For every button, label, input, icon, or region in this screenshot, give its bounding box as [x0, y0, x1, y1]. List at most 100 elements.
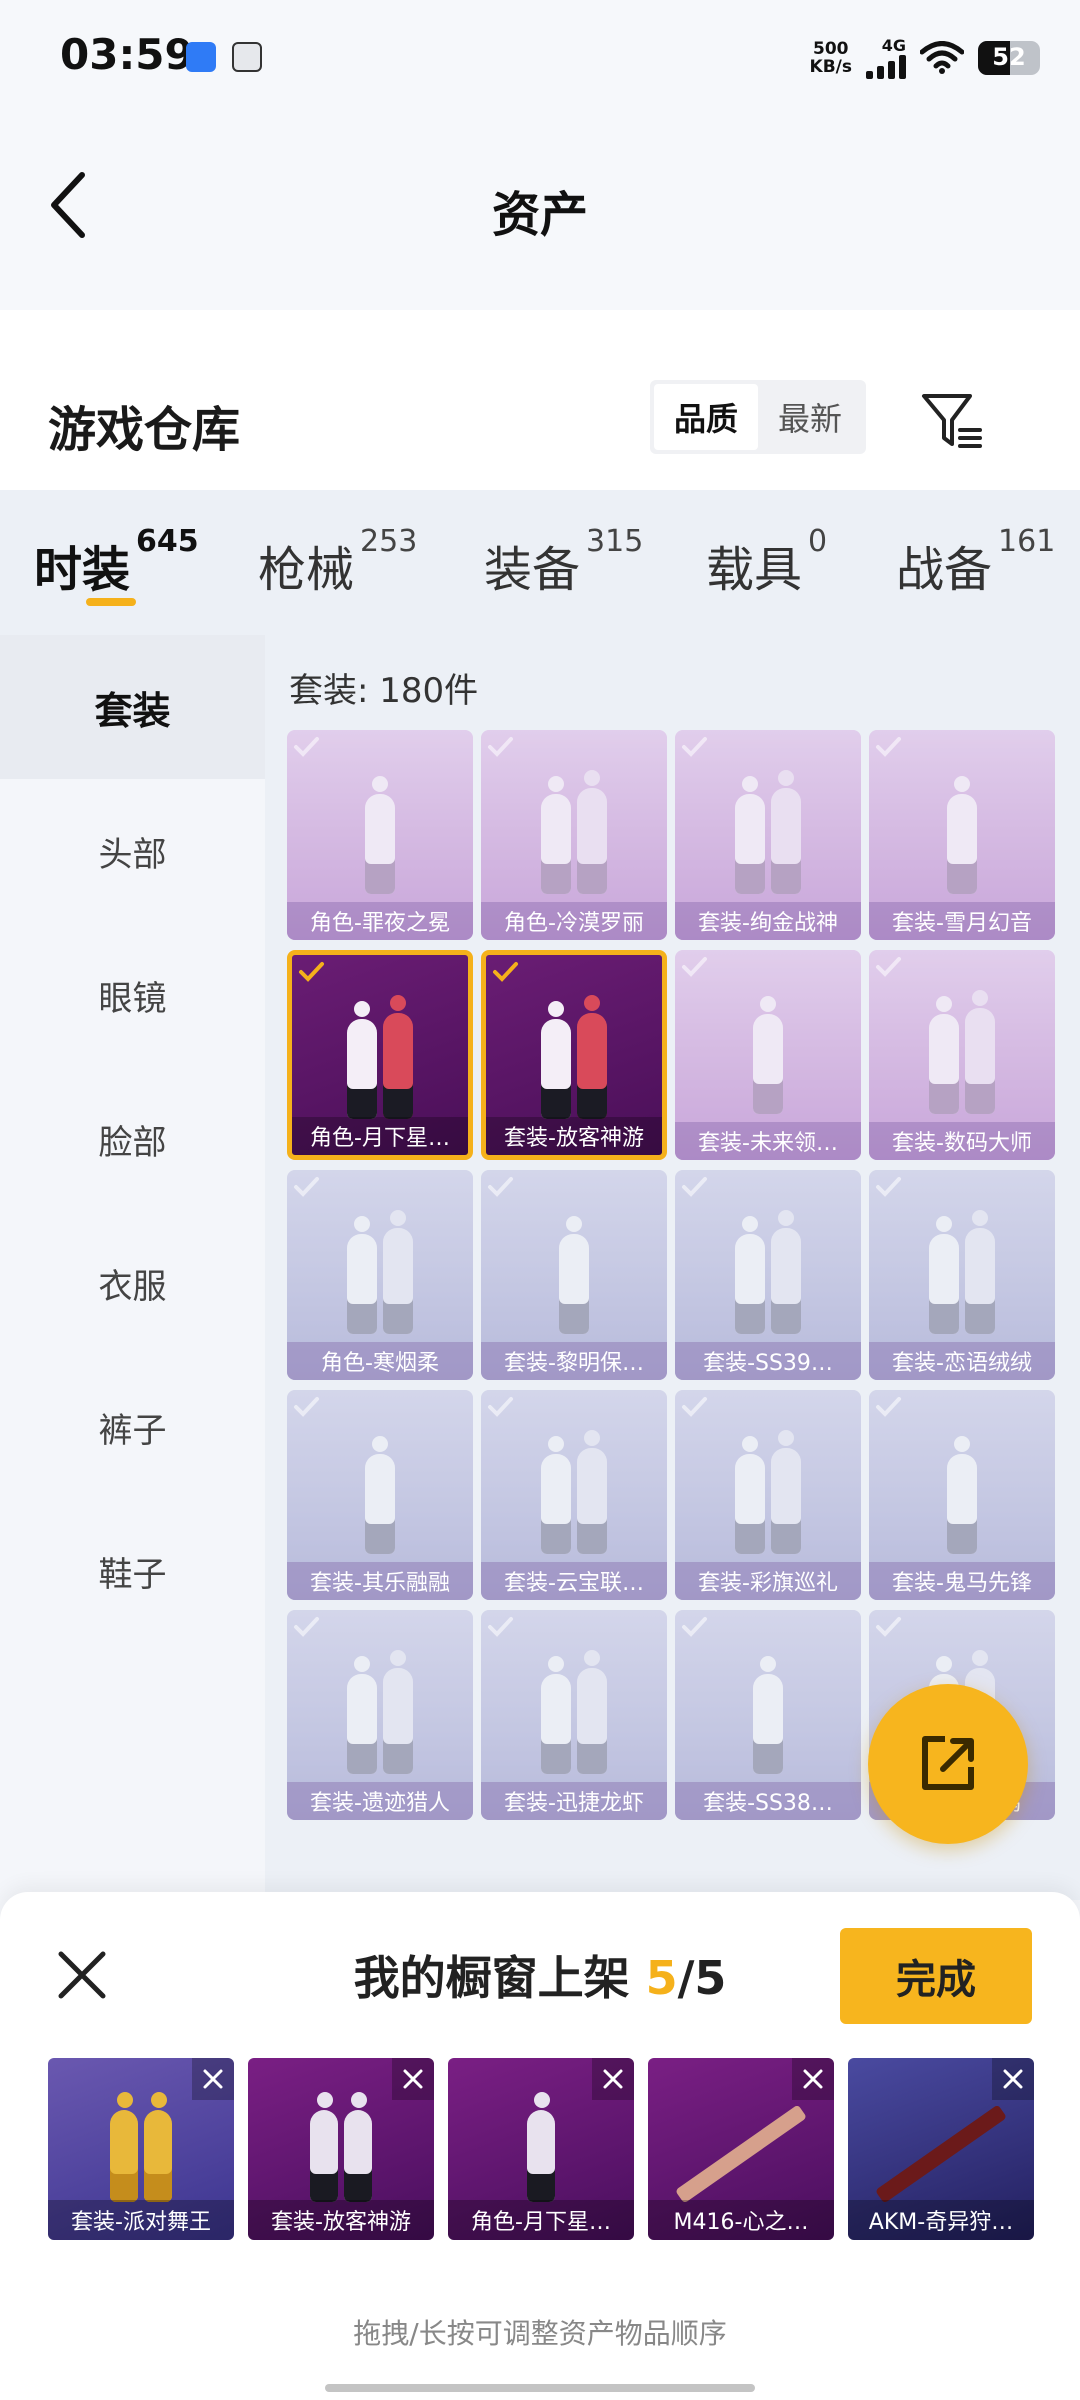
showcase-item[interactable]: M416-心之…: [648, 2058, 834, 2240]
tab-label: 枪械: [258, 542, 355, 598]
sidebar-item-glasses[interactable]: 眼镜: [0, 923, 265, 1067]
showcase-item-name: 角色-月下星…: [448, 2200, 634, 2240]
item-name: 套装-数码大师: [869, 1122, 1055, 1160]
item-name: 套装-迅捷龙虾: [481, 1782, 667, 1820]
category-tabs: 时装645 枪械253 装备315 载具0 战备161: [0, 490, 1080, 635]
remove-item-button[interactable]: [592, 2058, 634, 2100]
showcase-item-name: 套装-放客神游: [248, 2200, 434, 2240]
checkmark-icon: [682, 957, 707, 977]
item-card[interactable]: 套装-其乐融融: [287, 1390, 473, 1600]
active-tab-indicator: [86, 598, 136, 606]
item-card[interactable]: 套装-彩旗巡礼: [675, 1390, 861, 1600]
done-button[interactable]: 完成: [840, 1928, 1032, 2024]
status-bar: 03:59 500 KB/s 4G 52: [0, 0, 1080, 115]
item-name: 套装-绚金战神: [675, 902, 861, 940]
item-card[interactable]: 角色-寒烟柔: [287, 1170, 473, 1380]
item-card[interactable]: 套装-黎明保…: [481, 1170, 667, 1380]
tab-fashion[interactable]: 时装645: [34, 524, 199, 600]
showcase-item[interactable]: 角色-月下星…: [448, 2058, 634, 2240]
remove-item-button[interactable]: [392, 2058, 434, 2100]
checkmark-icon: [876, 1177, 901, 1197]
tab-count: 253: [360, 524, 418, 559]
item-name: 角色-寒烟柔: [287, 1342, 473, 1380]
item-card[interactable]: 套装-迅捷龙虾: [481, 1610, 667, 1820]
sidebar-item-face[interactable]: 脸部: [0, 1067, 265, 1211]
close-icon: [203, 2069, 223, 2089]
remove-item-button[interactable]: [192, 2058, 234, 2100]
item-card[interactable]: 套装-恋语绒绒: [869, 1170, 1055, 1380]
checkmark-icon: [682, 737, 707, 757]
item-card[interactable]: 套装-遗迹猎人: [287, 1610, 473, 1820]
showcase-count-sep: /: [677, 1951, 695, 2005]
item-card[interactable]: 套装-雪月幻音: [869, 730, 1055, 940]
tab-vehicles[interactable]: 载具0: [706, 524, 827, 600]
sidebar-item-shoes[interactable]: 鞋子: [0, 1499, 265, 1643]
item-count: 套装: 180件: [289, 671, 479, 711]
sidebar-item-pants[interactable]: 裤子: [0, 1355, 265, 1499]
tab-label: 时装: [34, 542, 131, 598]
showcase-title-text: 我的橱窗上架: [353, 1951, 630, 2005]
item-card[interactable]: 套装-云宝联…: [481, 1390, 667, 1600]
battery-icon: 52: [978, 40, 1040, 75]
showcase-count-max: 5: [694, 1951, 727, 2005]
reorder-hint: 拖拽/长按可调整资产物品顺序: [353, 2317, 727, 2350]
wifi-icon: [920, 40, 964, 74]
net-speed: 500 KB/s: [810, 40, 852, 76]
home-indicator[interactable]: [325, 2384, 755, 2392]
sidebar-item-head[interactable]: 头部: [0, 779, 265, 923]
item-name: 套装-黎明保…: [481, 1342, 667, 1380]
close-icon: [803, 2069, 823, 2089]
sidebar-item-set[interactable]: 套装: [0, 635, 265, 779]
showcase-item[interactable]: 套装-派对舞王: [48, 2058, 234, 2240]
app-header: 资产: [0, 115, 1080, 310]
checkmark-icon: [682, 1397, 707, 1417]
checkmark-icon: [488, 1177, 513, 1197]
showcase-item[interactable]: AKM-奇异狩…: [848, 2058, 1034, 2240]
sort-toggle: 品质 最新: [650, 380, 866, 454]
showcase-sheet: 我的橱窗上架 5/5 完成 套装-派对舞王 套装-放客神游 角色-月下星… M416-…: [0, 1892, 1080, 2400]
item-name: 套装-放客神游: [486, 1117, 662, 1155]
tab-count: 161: [998, 524, 1056, 559]
share-button[interactable]: [868, 1684, 1028, 1844]
item-card[interactable]: 角色-罪夜之冕: [287, 730, 473, 940]
remove-item-button[interactable]: [792, 2058, 834, 2100]
checkmark-icon: [876, 1397, 901, 1417]
showcase-item[interactable]: 套装-放客神游: [248, 2058, 434, 2240]
item-name: 角色-月下星…: [292, 1117, 468, 1155]
tab-label: 装备: [484, 542, 581, 598]
item-name: 套装-鬼马先锋: [869, 1562, 1055, 1600]
message-app-icon: [186, 42, 216, 72]
sort-quality-button[interactable]: 品质: [654, 384, 758, 450]
item-card[interactable]: 套装-鬼马先锋: [869, 1390, 1055, 1600]
item-card[interactable]: 套装-数码大师: [869, 950, 1055, 1160]
showcase-item-image: [48, 2092, 234, 2202]
item-name: 套装-其乐融融: [287, 1562, 473, 1600]
item-card[interactable]: 套装-SS38…: [675, 1610, 861, 1820]
checkmark-icon: [493, 962, 518, 982]
tab-supplies[interactable]: 战备161: [896, 524, 1055, 600]
sidebar-item-clothes[interactable]: 衣服: [0, 1211, 265, 1355]
sort-newest-button[interactable]: 最新: [758, 384, 862, 450]
battery-level: 52: [992, 42, 1026, 71]
item-name: 套装-云宝联…: [481, 1562, 667, 1600]
item-card[interactable]: 套装-绚金战神: [675, 730, 861, 940]
checkmark-icon: [299, 962, 324, 982]
checkmark-icon: [294, 737, 319, 757]
checkmark-icon: [488, 1617, 513, 1637]
close-icon: [403, 2069, 423, 2089]
checkmark-icon: [876, 737, 901, 757]
tab-equipment[interactable]: 装备315: [484, 524, 643, 600]
item-card[interactable]: 套装-未来领…: [675, 950, 861, 1160]
item-card[interactable]: 套装-SS39…: [675, 1170, 861, 1380]
sync-app-icon: [232, 42, 262, 72]
tab-guns[interactable]: 枪械253: [258, 524, 417, 600]
share-icon: [922, 1736, 974, 1790]
outfit-image: [486, 969, 662, 1119]
item-card[interactable]: 角色-冷漠罗丽: [481, 730, 667, 940]
item-card[interactable]: 角色-月下星…: [287, 950, 473, 1160]
item-name: 套装-遗迹猎人: [287, 1782, 473, 1820]
item-card[interactable]: 套装-放客神游: [481, 950, 667, 1160]
remove-item-button[interactable]: [992, 2058, 1034, 2100]
showcase-item-image: [648, 2092, 834, 2204]
filter-icon[interactable]: [920, 392, 984, 452]
